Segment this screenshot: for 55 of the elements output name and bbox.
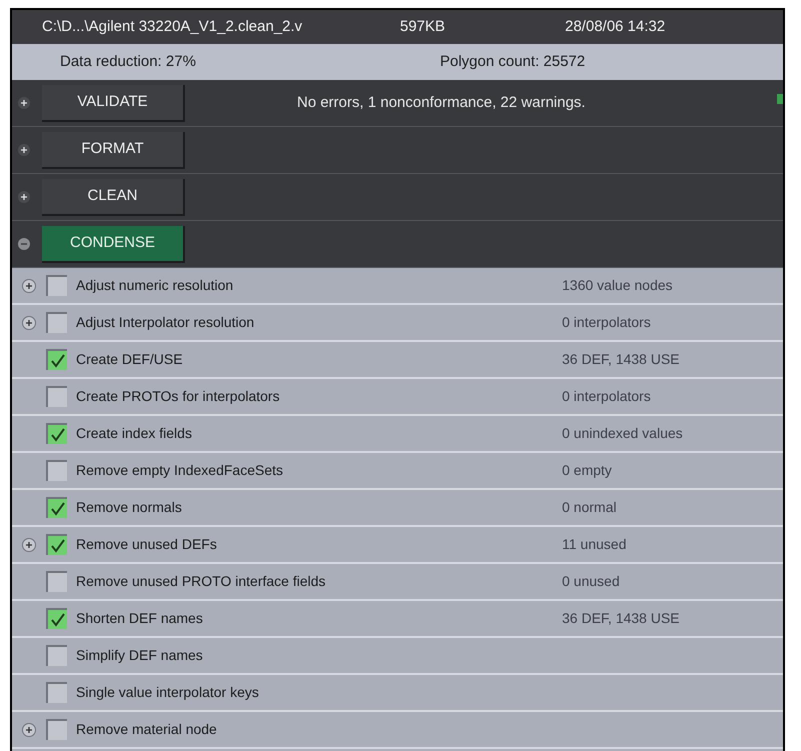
checkbox[interactable] [46,275,67,296]
option-label[interactable]: Single value interpolator keys [76,682,562,703]
option-label[interactable]: Create DEF/USE [76,349,562,370]
option-label[interactable]: Adjust numeric resolution [76,275,562,296]
checkbox[interactable] [46,608,67,629]
data-reduction-label: Data reduction: 27% [60,52,197,72]
option-result: 36 DEF, 1438 USE [562,350,680,369]
option-result: 11 unused [562,535,626,554]
checkbox[interactable] [46,386,67,407]
expand-icon[interactable] [22,722,36,736]
option-label[interactable]: Remove unused PROTO interface fields [76,571,562,592]
validation-message: No errors, 1 nonconformance, 22 warnings. [297,92,586,113]
status-icon [777,94,783,104]
file-path: C:\D...\Agilent 33220A_V1_2.clean_2.v [42,16,304,37]
option-label[interactable]: Simplify DEF names [76,645,562,666]
option-result: 0 empty [562,461,612,480]
expand-icon[interactable] [22,538,36,552]
section-button[interactable]: FORMAT [42,132,185,168]
checkbox[interactable] [46,571,67,592]
checkbox[interactable] [46,423,67,444]
option-label[interactable]: Remove empty IndexedFaceSets [76,460,562,481]
checkbox[interactable] [46,682,67,703]
checkbox[interactable] [46,497,67,518]
option-result: 0 interpolators [562,313,651,332]
option-result: 0 normal [562,498,616,517]
checkbox[interactable] [46,460,67,481]
option-label[interactable]: Create PROTOs for interpolators [76,386,562,407]
expand-icon[interactable] [18,144,30,156]
checkbox[interactable] [46,534,67,555]
polygon-count-label: Polygon count: 25572 [440,52,586,72]
option-label[interactable]: Create index fields [76,423,562,444]
expand-icon[interactable] [22,316,36,330]
option-label[interactable]: Adjust Interpolator resolution [76,312,562,333]
option-result: 1360 value nodes [562,276,673,295]
option-result: 0 unindexed values [562,424,683,443]
section-button[interactable]: CLEAN [42,178,185,216]
collapse-icon[interactable] [18,238,30,250]
option-label[interactable]: Remove normals [76,497,562,518]
checkbox[interactable] [46,349,67,370]
file-date: 28/08/06 14:32 [565,16,666,37]
checkbox[interactable] [46,312,67,333]
section-button[interactable]: VALIDATE [42,84,185,122]
option-label[interactable]: Remove material node [76,719,562,740]
checkbox[interactable] [46,645,67,666]
file-size: 597KB [400,16,446,37]
option-label[interactable]: Remove unused DEFs [76,534,562,555]
expand-icon[interactable] [18,97,30,109]
checkbox[interactable] [46,719,67,740]
option-result: 0 unused [562,572,620,591]
section-button[interactable]: CONDENSE [42,226,185,262]
option-label[interactable]: Shorten DEF names [76,608,562,629]
option-result: 36 DEF, 1438 USE [562,609,680,628]
expand-icon[interactable] [22,278,36,292]
expand-icon[interactable] [18,191,30,203]
option-result: 0 interpolators [562,387,651,406]
